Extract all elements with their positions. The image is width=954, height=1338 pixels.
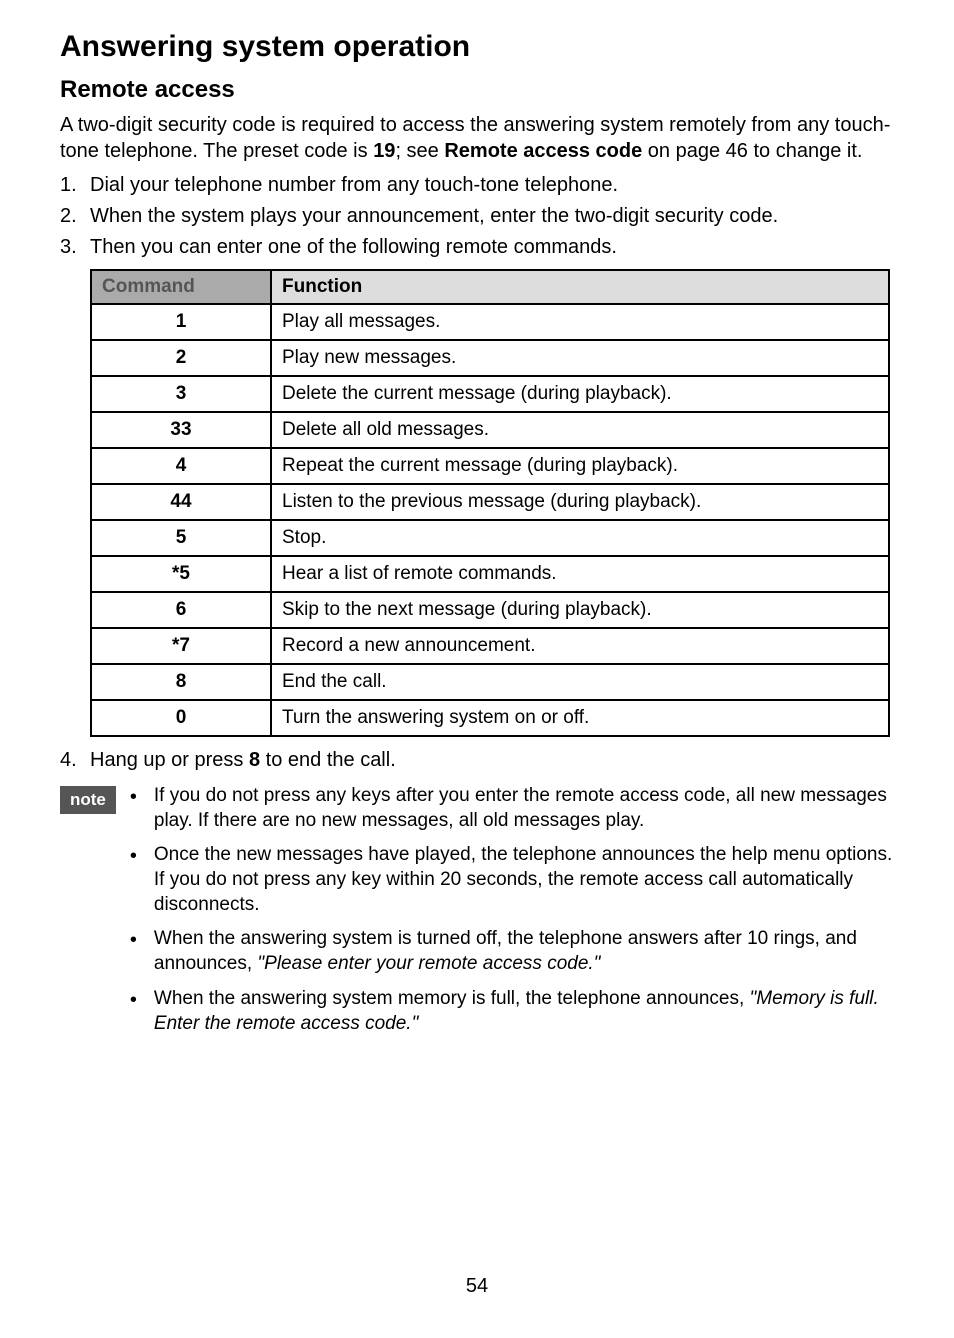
table-row: 2Play new messages. [91, 340, 889, 376]
intro-text-b: ; see [395, 140, 444, 162]
commands-table: Command Function 1Play all messages. 2Pl… [90, 269, 890, 737]
step-item: Dial your telephone number from any touc… [60, 172, 894, 199]
table-row: 4Repeat the current message (during play… [91, 448, 889, 484]
section-title: Remote access [60, 76, 894, 104]
steps-list-continued: Hang up or press 8 to end the call. [60, 747, 894, 774]
table-row: *7Record a new announcement. [91, 628, 889, 664]
func-cell: Repeat the current message (during playb… [271, 448, 889, 484]
cmd-cell: 33 [91, 412, 271, 448]
note-text: Once the new messages have played, the t… [154, 844, 892, 914]
note-text: If you do not press any keys after you e… [154, 785, 887, 831]
page-title: Answering system operation [60, 30, 894, 64]
cmd-cell: 8 [91, 664, 271, 700]
cmd-cell: 2 [91, 340, 271, 376]
table-row: 3Delete the current message (during play… [91, 376, 889, 412]
step4-text-b: to end the call. [260, 749, 396, 771]
func-cell: Listen to the previous message (during p… [271, 484, 889, 520]
step4-text-a: Hang up or press [90, 749, 249, 771]
note-item: When the answering system is turned off,… [130, 927, 894, 976]
page-number: 54 [466, 1275, 488, 1298]
func-cell: End the call. [271, 664, 889, 700]
note-item: If you do not press any keys after you e… [130, 784, 894, 833]
step-item: Then you can enter one of the following … [60, 234, 894, 261]
header-function: Function [271, 270, 889, 304]
func-cell: Delete the current message (during playb… [271, 376, 889, 412]
step4-key: 8 [249, 749, 260, 771]
cmd-cell: 1 [91, 304, 271, 340]
cmd-cell: 4 [91, 448, 271, 484]
func-cell: Turn the answering system on or off. [271, 700, 889, 736]
cmd-cell: 0 [91, 700, 271, 736]
preset-code: 19 [373, 140, 395, 162]
step-item: When the system plays your announcement,… [60, 203, 894, 230]
steps-list: Dial your telephone number from any touc… [60, 172, 894, 261]
func-cell: Stop. [271, 520, 889, 556]
table-row: *5Hear a list of remote commands. [91, 556, 889, 592]
table-row: 6Skip to the next message (during playba… [91, 592, 889, 628]
cmd-cell: *7 [91, 628, 271, 664]
table-row: 5Stop. [91, 520, 889, 556]
step-item: Hang up or press 8 to end the call. [60, 747, 894, 774]
table-header-row: Command Function [91, 270, 889, 304]
table-row: 8End the call. [91, 664, 889, 700]
note-badge: note [60, 786, 116, 814]
table-row: 33Delete all old messages. [91, 412, 889, 448]
note-item: Once the new messages have played, the t… [130, 843, 894, 917]
intro-paragraph: A two-digit security code is required to… [60, 112, 894, 164]
func-cell: Record a new announcement. [271, 628, 889, 664]
intro-text-c: on page 46 to change it. [642, 140, 862, 162]
note-list: If you do not press any keys after you e… [130, 784, 894, 1046]
reference-bold: Remote access code [444, 140, 642, 162]
func-cell: Play new messages. [271, 340, 889, 376]
func-cell: Hear a list of remote commands. [271, 556, 889, 592]
cmd-cell: *5 [91, 556, 271, 592]
note-section: note If you do not press any keys after … [60, 784, 894, 1046]
func-cell: Delete all old messages. [271, 412, 889, 448]
note-text: When the answering system memory is full… [154, 988, 750, 1009]
func-cell: Play all messages. [271, 304, 889, 340]
cmd-cell: 6 [91, 592, 271, 628]
note-item: When the answering system memory is full… [130, 987, 894, 1036]
table-row: 44Listen to the previous message (during… [91, 484, 889, 520]
cmd-cell: 44 [91, 484, 271, 520]
cmd-cell: 3 [91, 376, 271, 412]
table-row: 1Play all messages. [91, 304, 889, 340]
note-italic: "Please enter your remote access code." [257, 953, 600, 974]
table-row: 0Turn the answering system on or off. [91, 700, 889, 736]
func-cell: Skip to the next message (during playbac… [271, 592, 889, 628]
cmd-cell: 5 [91, 520, 271, 556]
header-command: Command [91, 270, 271, 304]
